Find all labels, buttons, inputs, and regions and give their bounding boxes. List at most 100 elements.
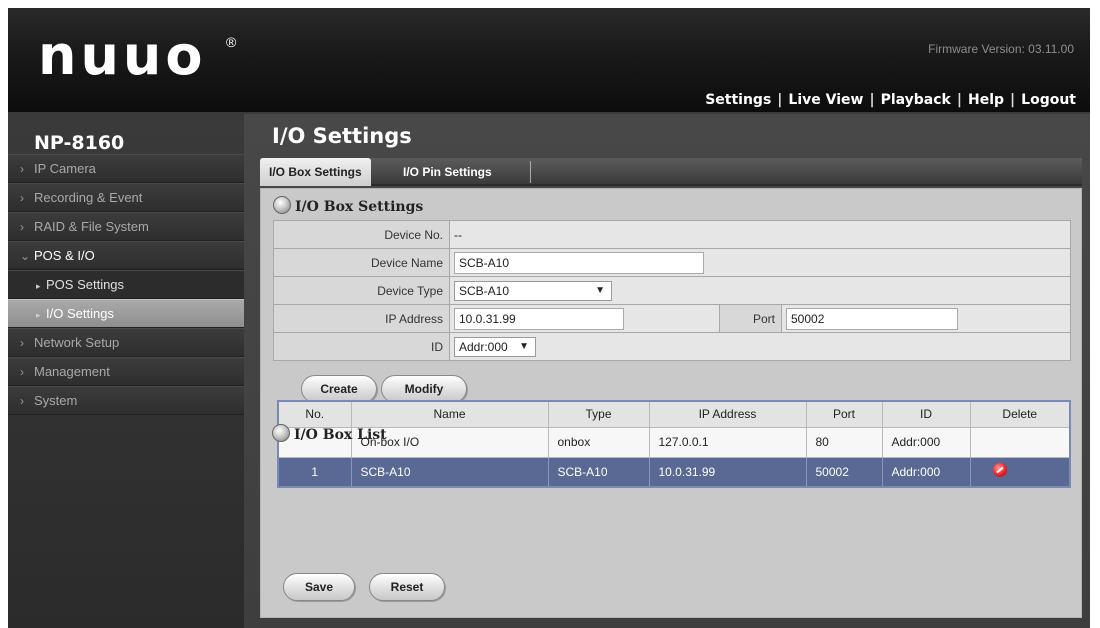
device-name-input[interactable]: SCB-A10 <box>454 251 704 274</box>
registered-mark: ® <box>226 34 237 50</box>
ip-address-label: IP Address <box>273 304 450 333</box>
table-header-row: No. Name Type IP Address Port ID Delete <box>277 400 1071 428</box>
tab-io-pin-settings[interactable]: I/O Pin Settings <box>394 158 501 186</box>
table-row-selected[interactable]: 1 SCB-A10 SCB-A10 10.0.31.99 50002 Addr:… <box>277 456 1071 488</box>
device-name-cell: SCB-A10 <box>449 248 1071 277</box>
cell-name: SCB-A10 <box>350 456 549 488</box>
id-label: ID <box>273 332 450 361</box>
tab-divider <box>530 161 531 183</box>
header: nuuo ® Firmware Version: 03.11.00 Settin… <box>8 8 1090 114</box>
settings-gear-icon <box>272 424 290 442</box>
col-delete: Delete <box>969 400 1071 428</box>
firmware-version: Firmware Version: 03.11.00 <box>928 42 1074 56</box>
nav-playback-link[interactable]: Playback <box>881 92 951 108</box>
col-port: Port <box>805 400 883 428</box>
nav-help-link[interactable]: Help <box>968 92 1004 108</box>
port-input[interactable]: 50002 <box>786 307 958 330</box>
cell-ip-address: 10.0.31.99 <box>648 456 807 488</box>
top-navigation: Settings | Live View | Playback | Help | Logout <box>705 92 1076 108</box>
device-type-label: Device Type <box>273 276 450 305</box>
cell-delete <box>969 426 1071 458</box>
sidebar-item-system[interactable]: › System <box>8 386 244 415</box>
settings-panel: I/O Box Settings Device No. -- Device Na… <box>260 188 1082 618</box>
nav-separator: | <box>956 92 962 108</box>
ip-address-cell: 10.0.31.99 <box>449 304 720 333</box>
settings-gear-icon <box>273 196 291 214</box>
cell-ip-address: 127.0.0.1 <box>648 426 807 458</box>
device-no-label: Device No. <box>273 220 450 249</box>
sidebar-item-management[interactable]: › Management <box>8 357 244 386</box>
nav-settings-link[interactable]: Settings <box>705 92 771 108</box>
chevron-right-icon: › <box>20 336 24 350</box>
chevron-right-icon: › <box>20 162 24 176</box>
port-cell: 50002 <box>781 304 1071 333</box>
sidebar-item-label: Management <box>34 364 110 379</box>
bullet-icon: ▸ <box>36 310 41 320</box>
device-type-cell: SCB-A10 ▼ <box>449 276 1071 305</box>
sidebar-item-pos-settings[interactable]: ▸ POS Settings <box>8 270 244 299</box>
sidebar-item-label: POS Settings <box>46 277 125 292</box>
sidebar-item-label: Network Setup <box>34 335 120 350</box>
save-button[interactable]: Save <box>283 573 355 601</box>
section-title: I/O Box Settings <box>295 199 424 215</box>
io-box-settings-heading: I/O Box Settings <box>273 196 423 215</box>
nav-logout-link[interactable]: Logout <box>1021 92 1076 108</box>
ip-address-input[interactable]: 10.0.31.99 <box>454 307 624 330</box>
cell-type: onbox <box>547 426 650 458</box>
device-model: NP-8160 <box>34 132 125 154</box>
chevron-right-icon: › <box>20 394 24 408</box>
main-content: I/O Settings I/O Box Settings I/O Pin Se… <box>244 114 1090 628</box>
sidebar-item-network-setup[interactable]: › Network Setup <box>8 328 244 357</box>
tab-io-box-settings[interactable]: I/O Box Settings <box>260 158 371 186</box>
sidebar-item-ip-camera[interactable]: › IP Camera <box>8 154 244 183</box>
device-no-value: -- <box>449 220 1071 249</box>
cell-port: 80 <box>805 426 883 458</box>
sidebar-item-label: RAID & File System <box>34 219 149 234</box>
sidebar-item-io-settings[interactable]: ▸ I/O Settings <box>8 299 244 328</box>
sidebar-item-raid-file-system[interactable]: › RAID & File System <box>8 212 244 241</box>
sidebar-item-label: POS & I/O <box>34 248 95 263</box>
sidebar-item-recording-event[interactable]: › Recording & Event <box>8 183 244 212</box>
sidebar: NP-8160 › IP Camera › Recording & Event › R… <box>8 114 244 628</box>
device-type-select[interactable]: SCB-A10 ▼ <box>454 280 612 301</box>
chevron-down-icon: ⌄ <box>20 249 31 263</box>
sidebar-item-label: IP Camera <box>34 161 96 176</box>
id-selected: Addr:000 <box>459 339 508 354</box>
id-cell: Addr:000 ▼ <box>449 332 1071 361</box>
dropdown-arrow-icon: ▼ <box>519 340 529 352</box>
section-title: I/O Box List <box>294 427 387 443</box>
cell-no: 1 <box>277 456 352 488</box>
form-row-id: ID Addr:000 ▼ <box>273 332 1071 361</box>
form-row-device-name: Device Name SCB-A10 <box>273 248 1071 277</box>
sidebar-item-label: System <box>34 393 78 408</box>
delete-icon[interactable] <box>992 463 1007 478</box>
io-box-form: Device No. -- Device Name SCB-A10 Device… <box>273 220 1071 361</box>
chevron-right-icon: › <box>20 191 24 205</box>
sidebar-menu: › IP Camera › Recording & Event › RAID & Fi… <box>8 154 244 415</box>
cell-id: Addr:000 <box>881 456 971 488</box>
sidebar-item-label: Recording & Event <box>34 190 143 205</box>
bullet-icon: ▸ <box>36 281 41 291</box>
form-row-ip-address: IP Address 10.0.31.99 Port 50002 <box>273 304 1071 333</box>
nuuo-logo: nuuo <box>38 24 207 87</box>
chevron-right-icon: › <box>20 365 24 379</box>
device-type-selected: SCB-A10 <box>459 283 510 298</box>
nav-separator: | <box>869 92 875 108</box>
device-no-text: -- <box>454 227 462 242</box>
col-type: Type <box>547 400 650 428</box>
reset-button[interactable]: Reset <box>369 573 445 601</box>
chevron-right-icon: › <box>20 220 24 234</box>
modify-button[interactable]: Modify <box>381 375 467 403</box>
nav-separator: | <box>777 92 783 108</box>
form-row-device-no: Device No. -- <box>273 220 1071 249</box>
cell-port: 50002 <box>805 456 883 488</box>
page-title: I/O Settings <box>272 124 412 148</box>
device-name-label: Device Name <box>273 248 450 277</box>
id-select[interactable]: Addr:000 ▼ <box>454 336 536 357</box>
port-label: Port <box>719 304 782 333</box>
create-button[interactable]: Create <box>301 375 377 403</box>
sidebar-item-pos-io[interactable]: ⌄ POS & I/O <box>8 241 244 270</box>
table-row[interactable]: On-box I/O onbox 127.0.0.1 80 Addr:000 <box>277 426 1071 458</box>
nav-separator: | <box>1010 92 1016 108</box>
nav-live-view-link[interactable]: Live View <box>788 92 863 108</box>
